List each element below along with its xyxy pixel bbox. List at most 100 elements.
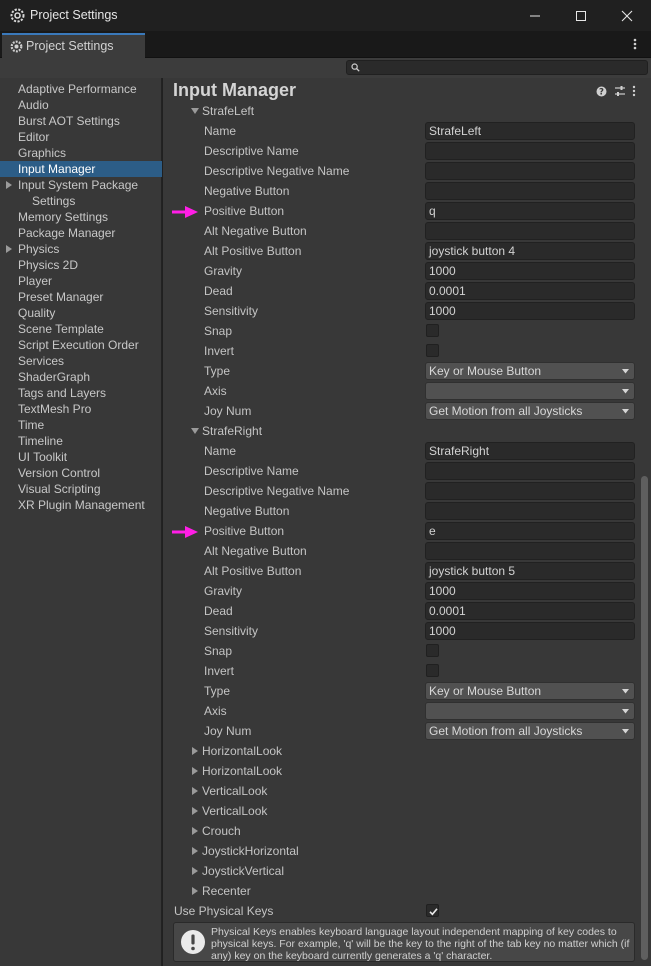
- sidebar-item-memory-settings[interactable]: Memory Settings: [0, 209, 162, 225]
- axis-group-horizontallook[interactable]: HorizontalLook: [163, 761, 639, 781]
- sidebar-item-input-manager[interactable]: Input Manager: [0, 161, 162, 177]
- expand-triangle-icon[interactable]: [191, 847, 199, 855]
- axis-group-verticallook[interactable]: VerticalLook: [163, 781, 639, 801]
- expand-triangle-icon[interactable]: [191, 827, 199, 835]
- inspector-panel: Input Manager ? StrafeLeft Name StrafeLeft…: [163, 78, 651, 966]
- kebab-menu-icon[interactable]: [633, 38, 637, 50]
- sidebar-item-audio[interactable]: Audio: [0, 97, 162, 113]
- sidebar-item-tags-and-layers[interactable]: Tags and Layers: [0, 385, 162, 401]
- expand-triangle-icon[interactable]: [191, 107, 199, 115]
- axis-group-label: StrafeLeft: [202, 104, 255, 118]
- type-dropdown[interactable]: Key or Mouse Button: [425, 682, 635, 700]
- sidebar-item-quality[interactable]: Quality: [0, 305, 162, 321]
- search-input[interactable]: [346, 60, 648, 75]
- sidebar-item-xr-plugin-management[interactable]: XR Plugin Management: [0, 497, 162, 513]
- maximize-button[interactable]: [558, 0, 604, 31]
- snap-checkbox[interactable]: [426, 324, 439, 337]
- alt-negative-button-field[interactable]: [425, 222, 635, 240]
- joy-num-dropdown[interactable]: Get Motion from all Joysticks: [425, 722, 635, 740]
- sidebar-item-adaptive-performance[interactable]: Adaptive Performance: [0, 81, 162, 97]
- joy-num-dropdown[interactable]: Get Motion from all Joysticks: [425, 402, 635, 420]
- sidebar-item-timeline[interactable]: Timeline: [0, 433, 162, 449]
- descriptive-name-field[interactable]: [425, 462, 635, 480]
- positive-button-field[interactable]: q: [425, 202, 635, 220]
- snap-checkbox[interactable]: [426, 644, 439, 657]
- positive-button-field[interactable]: e: [425, 522, 635, 540]
- dead-field[interactable]: 0.0001: [425, 602, 635, 620]
- kebab-menu-icon[interactable]: [632, 85, 636, 97]
- dead-field[interactable]: 0.0001: [425, 282, 635, 300]
- expand-triangle-icon[interactable]: [191, 887, 199, 895]
- sidebar-item-burst-aot-settings[interactable]: Burst AOT Settings: [0, 113, 162, 129]
- sidebar-item-player[interactable]: Player: [0, 273, 162, 289]
- tab-project-settings[interactable]: Project Settings: [2, 33, 145, 58]
- sidebar-item-input-system-package[interactable]: Input System Package: [0, 177, 162, 193]
- property-label: Descriptive Negative Name: [204, 164, 350, 178]
- name-field[interactable]: StrafeLeft: [425, 122, 635, 140]
- close-button[interactable]: [604, 0, 650, 31]
- sidebar-item-textmesh-pro[interactable]: TextMesh Pro: [0, 401, 162, 417]
- expand-triangle-icon[interactable]: [5, 245, 13, 253]
- use-physical-keys-checkbox[interactable]: [426, 904, 439, 917]
- sidebar-item-shadergraph[interactable]: ShaderGraph: [0, 369, 162, 385]
- sidebar-item-services[interactable]: Services: [0, 353, 162, 369]
- axis-group-joystickvertical[interactable]: JoystickVertical: [163, 861, 639, 881]
- negative-button-field[interactable]: [425, 502, 635, 520]
- sidebar-item-graphics[interactable]: Graphics: [0, 145, 162, 161]
- name-field[interactable]: StrafeRight: [425, 442, 635, 460]
- sidebar-item-input-system-settings[interactable]: Settings: [0, 193, 162, 209]
- axis-group-straferight[interactable]: StrafeRight: [163, 421, 639, 441]
- expand-triangle-icon[interactable]: [5, 181, 13, 189]
- gravity-field[interactable]: 1000: [425, 262, 635, 280]
- axis-dropdown[interactable]: [425, 382, 635, 400]
- expand-triangle-icon[interactable]: [191, 867, 199, 875]
- axis-group-verticallook[interactable]: VerticalLook: [163, 801, 639, 821]
- sidebar-item-physics-2d[interactable]: Physics 2D: [0, 257, 162, 273]
- sidebar-item-scene-template[interactable]: Scene Template: [0, 321, 162, 337]
- axis-group-strafeleft[interactable]: StrafeLeft: [163, 101, 639, 121]
- alt-positive-button-field[interactable]: joystick button 5: [425, 562, 635, 580]
- type-dropdown[interactable]: Key or Mouse Button: [425, 362, 635, 380]
- axis-group-crouch[interactable]: Crouch: [163, 821, 639, 841]
- expand-triangle-icon[interactable]: [191, 427, 199, 435]
- help-icon[interactable]: ?: [596, 86, 607, 97]
- sensitivity-field[interactable]: 1000: [425, 302, 635, 320]
- minimize-button[interactable]: [512, 0, 558, 31]
- alt-negative-button-field[interactable]: [425, 542, 635, 560]
- expand-triangle-icon[interactable]: [191, 767, 199, 775]
- invert-checkbox[interactable]: [426, 664, 439, 677]
- descriptive-negative-name-field[interactable]: [425, 482, 635, 500]
- negative-button-field[interactable]: [425, 182, 635, 200]
- preset-icon[interactable]: [614, 85, 626, 97]
- expand-triangle-icon[interactable]: [191, 747, 199, 755]
- dropdown-value: Get Motion from all Joysticks: [429, 724, 583, 738]
- sidebar-item-version-control[interactable]: Version Control: [0, 465, 162, 481]
- scrollbar-thumb[interactable]: [641, 476, 648, 960]
- gravity-field[interactable]: 1000: [425, 582, 635, 600]
- sidebar-item-time[interactable]: Time: [0, 417, 162, 433]
- caret-down-icon: [622, 409, 629, 414]
- sidebar-item-visual-scripting[interactable]: Visual Scripting: [0, 481, 162, 497]
- descriptive-name-field[interactable]: [425, 142, 635, 160]
- sensitivity-field[interactable]: 1000: [425, 622, 635, 640]
- sidebar-item-ui-toolkit[interactable]: UI Toolkit: [0, 449, 162, 465]
- expand-triangle-icon[interactable]: [191, 807, 199, 815]
- sidebar-item-preset-manager[interactable]: Preset Manager: [0, 289, 162, 305]
- scrollbar[interactable]: [638, 78, 651, 966]
- axis-group-joystickhorizontal[interactable]: JoystickHorizontal: [163, 841, 639, 861]
- property-row-snap: Snap: [163, 321, 639, 341]
- alt-positive-button-field[interactable]: joystick button 4: [425, 242, 635, 260]
- axis-dropdown[interactable]: [425, 702, 635, 720]
- axis-group-horizontallook[interactable]: HorizontalLook: [163, 741, 639, 761]
- axis-group-recenter[interactable]: Recenter: [163, 881, 639, 901]
- sidebar-item-editor[interactable]: Editor: [0, 129, 162, 145]
- property-row-dead: Dead 0.0001: [163, 281, 639, 301]
- invert-checkbox[interactable]: [426, 344, 439, 357]
- sidebar-item-package-manager[interactable]: Package Manager: [0, 225, 162, 241]
- sidebar-item-physics[interactable]: Physics: [0, 241, 162, 257]
- property-label: Name: [204, 444, 237, 458]
- descriptive-negative-name-field[interactable]: [425, 162, 635, 180]
- sidebar-item-script-execution-order[interactable]: Script Execution Order: [0, 337, 162, 353]
- expand-triangle-icon[interactable]: [191, 787, 199, 795]
- property-label: Name: [204, 124, 237, 138]
